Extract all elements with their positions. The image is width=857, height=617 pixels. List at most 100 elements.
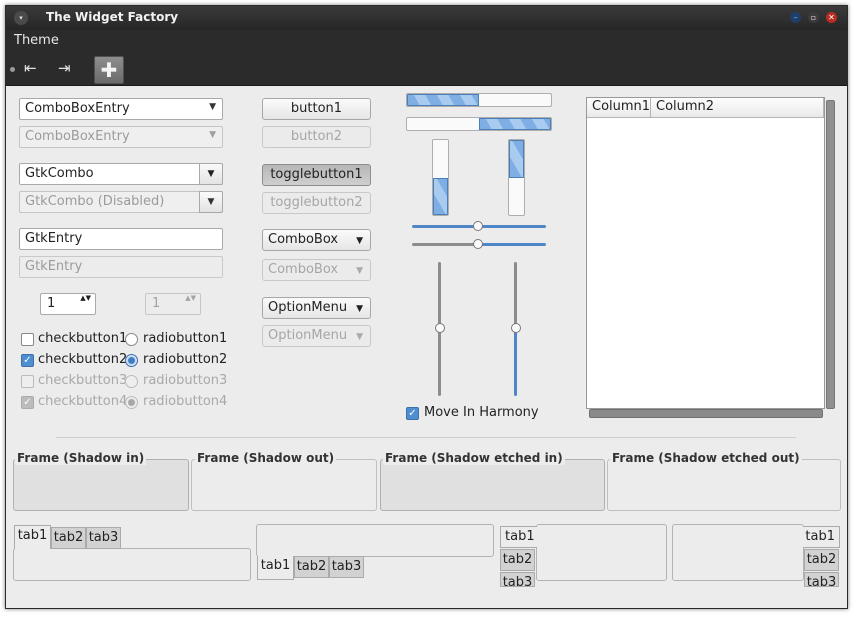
checkbutton3 <box>21 375 34 388</box>
combobox-disabled: ComboBox ▼ <box>262 259 371 281</box>
tree-view[interactable]: Column1 Column2 <box>586 97 825 409</box>
vertical-scrollbar[interactable] <box>826 100 835 409</box>
radiobutton4-label: radiobutton4 <box>143 394 228 409</box>
optionmenu-disabled: OptionMenu ▼ <box>262 325 371 347</box>
chevron-down-icon: ▼ <box>209 130 216 140</box>
add-icon[interactable]: ✚ <box>94 56 124 84</box>
gtkcombo-text: GtkCombo <box>25 166 94 181</box>
progress-fill-2 <box>479 118 551 130</box>
notebook-left-tab2[interactable]: tab2 <box>500 549 535 571</box>
vscale-2-slider[interactable] <box>511 323 521 333</box>
vprogress-bar-2 <box>508 139 525 216</box>
spin-value: 1 <box>47 296 56 311</box>
window-menu-icon[interactable]: ▾ <box>14 11 28 25</box>
optionmenu-text: OptionMenu <box>268 300 348 315</box>
goto-first-icon[interactable]: ⇤ <box>24 59 37 77</box>
checkbutton4-label: checkbutton4 <box>38 394 128 409</box>
move-in-harmony-label: Move In Harmony <box>424 405 539 420</box>
frame-shadow-etched-out-title: Frame (Shadow etched out) <box>610 451 802 465</box>
goto-last-icon[interactable]: ⇥ <box>58 59 71 77</box>
frame-shadow-etched-out <box>607 459 841 511</box>
tree-column-header-1[interactable]: Column1 <box>587 98 651 118</box>
window-title: The Widget Factory <box>46 10 179 24</box>
notebook-bottom-tab3[interactable]: tab3 <box>329 556 364 578</box>
radiobutton1-label: radiobutton1 <box>143 331 228 346</box>
horizontal-scrollbar[interactable] <box>589 409 823 418</box>
notebook-left-pane <box>536 524 667 581</box>
app-window: ▾ The Widget Factory – ▫ ✕ Theme ⇤ ⇥ ✚ C… <box>5 5 848 609</box>
gtkentry-field[interactable]: GtkEntry <box>19 228 223 250</box>
notebook-top-tab1[interactable]: tab1 <box>14 525 51 549</box>
vscale-1-slider[interactable] <box>435 323 445 333</box>
notebook-right-tab1[interactable]: tab1 <box>803 526 840 548</box>
chevron-down-icon[interactable]: ▼ <box>199 163 223 185</box>
toolbar: ⇤ ⇥ ✚ <box>6 54 847 86</box>
checkbutton1[interactable] <box>21 333 34 346</box>
notebook-bottom-tab2[interactable]: tab2 <box>294 556 329 578</box>
radiobutton2[interactable] <box>125 354 138 367</box>
vprogress-bar-1 <box>432 139 449 216</box>
notebook-top-tab3[interactable]: tab3 <box>86 527 121 549</box>
menu-bar: Theme <box>6 30 847 54</box>
frame-shadow-out <box>191 459 377 511</box>
checkbutton2[interactable]: ✓ <box>21 354 34 367</box>
hscale-1[interactable] <box>412 220 546 232</box>
optionmenu[interactable]: OptionMenu ▼ <box>262 297 371 319</box>
comboboxentry-disabled: ComboBoxEntry ▼ <box>19 126 223 148</box>
comboboxentry-disabled-text: ComboBoxEntry <box>25 129 130 144</box>
notebook-top-tab2[interactable]: tab2 <box>51 527 86 549</box>
maximize-icon[interactable]: ▫ <box>808 12 819 23</box>
gtkentry-value: GtkEntry <box>25 231 83 246</box>
togglebutton1[interactable]: togglebutton1 <box>262 164 371 186</box>
progress-bar-1 <box>406 93 552 107</box>
comboboxentry[interactable]: ComboBoxEntry ▼ <box>19 98 223 120</box>
menu-theme[interactable]: Theme <box>14 33 59 48</box>
vscale-2[interactable] <box>510 262 522 396</box>
notebook-top-pane <box>13 548 251 581</box>
combobox-disabled-text: ComboBox <box>268 262 339 277</box>
frame-shadow-etched-in <box>380 459 605 511</box>
tree-column-header-2[interactable]: Column2 <box>651 98 824 118</box>
frame-shadow-in-title: Frame (Shadow in) <box>15 451 147 465</box>
hscale-2[interactable] <box>412 238 546 250</box>
radiobutton3 <box>125 375 138 388</box>
combobox-text: ComboBox <box>268 232 339 247</box>
notebook-right-pane <box>672 524 804 581</box>
minimize-icon[interactable]: – <box>790 12 801 23</box>
comboboxentry-text: ComboBoxEntry <box>25 101 130 116</box>
radiobutton4 <box>125 396 138 409</box>
gtkentry-disabled-value: GtkEntry <box>25 259 83 274</box>
notebook-bottom-tab1[interactable]: tab1 <box>257 556 294 580</box>
chevron-down-icon: ▼ <box>356 236 363 246</box>
gtkcombo-disabled-text: GtkCombo (Disabled) <box>25 194 165 209</box>
notebook-right-tab2[interactable]: tab2 <box>804 549 839 571</box>
frame-shadow-in <box>13 459 189 511</box>
togglebutton2: togglebutton2 <box>262 192 371 214</box>
button1[interactable]: button1 <box>262 98 371 120</box>
radiobutton1[interactable] <box>125 333 138 346</box>
checkbutton1-label: checkbutton1 <box>38 331 128 346</box>
optionmenu-disabled-text: OptionMenu <box>268 328 348 343</box>
notebook-left-tab1[interactable]: tab1 <box>500 526 537 548</box>
checkbutton4: ✓ <box>21 396 34 409</box>
toolbar-handle[interactable] <box>10 67 15 72</box>
gtkcombo[interactable]: GtkCombo ▼ <box>19 163 223 185</box>
frame-shadow-out-title: Frame (Shadow out) <box>195 451 337 465</box>
vprogress-fill-2 <box>509 140 524 178</box>
move-in-harmony-checkbox[interactable]: ✓ <box>406 407 419 420</box>
progress-fill-1 <box>407 94 479 106</box>
combobox[interactable]: ComboBox ▼ <box>262 229 371 251</box>
chevron-down-icon: ▼ <box>356 266 363 276</box>
close-icon[interactable]: ✕ <box>826 12 837 23</box>
notebook-left-tab3[interactable]: tab3 <box>500 572 535 587</box>
spin-arrows-icon[interactable]: ▲▼ <box>80 294 91 303</box>
title-bar: ▾ The Widget Factory – ▫ ✕ <box>6 6 847 30</box>
chevron-down-icon: ▼ <box>356 332 363 342</box>
vscale-1[interactable] <box>434 262 446 396</box>
hscale-1-slider[interactable] <box>473 221 483 231</box>
spin-button[interactable]: 1 ▲▼ <box>40 293 96 315</box>
hscale-2-slider[interactable] <box>473 239 483 249</box>
notebook-right-tab3[interactable]: tab3 <box>804 572 839 587</box>
gtkentry-field-disabled: GtkEntry <box>19 256 223 278</box>
spin-arrows-icon: ▲▼ <box>185 294 196 302</box>
